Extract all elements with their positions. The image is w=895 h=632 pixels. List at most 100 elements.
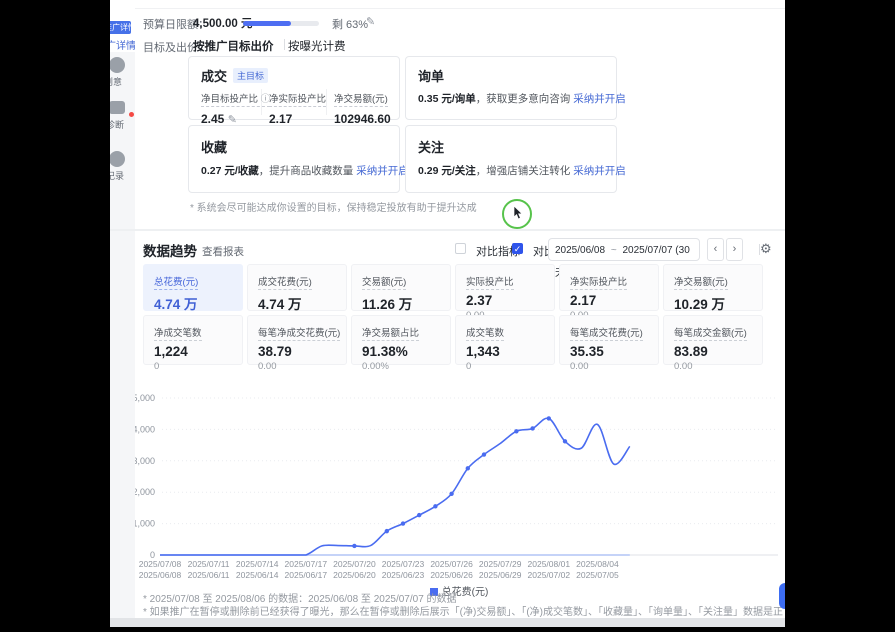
svg-text:2025/06/17: 2025/06/17 <box>285 570 328 580</box>
svg-text:2025/07/11: 2025/07/11 <box>188 559 230 569</box>
budget-edit-icon[interactable]: ✎ <box>366 15 375 28</box>
goal-card-favorite: 收藏 0.27 元/收藏，提升商品收藏数量 采纳并开启 <box>188 125 400 193</box>
goal-card-favorite-title: 收藏 <box>201 137 227 156</box>
metric-card-value: 38.79 <box>258 344 336 359</box>
svg-text:1,000: 1,000 <box>135 519 155 529</box>
metric-card-r0-c0[interactable]: 总花费(元)4.74 万0.00 <box>143 264 243 311</box>
sidebar-item-history[interactable]: 操作记录 <box>110 169 124 182</box>
svg-text:3,000: 3,000 <box>135 456 155 466</box>
metric-card-label: 成交笔数 <box>466 325 504 341</box>
adopt-enable-link[interactable]: 采纳并开启 <box>573 165 626 177</box>
svg-text:2025/06/23: 2025/06/23 <box>382 570 425 580</box>
metric-card-value: 1,224 <box>154 344 232 359</box>
view-report-link[interactable]: 查看报表 <box>202 244 244 259</box>
metric-card-compare-value: 0.00% <box>362 361 440 372</box>
svg-text:2025/07/23: 2025/07/23 <box>382 559 425 569</box>
primary-goal-badge: 主目标 <box>233 68 268 83</box>
svg-text:2025/06/08: 2025/06/08 <box>139 570 182 580</box>
svg-text:2025/08/01: 2025/08/01 <box>528 559 571 569</box>
goal-card-deal: 成交主目标 净目标投产比 ⓘ 2.45 ✎ 净实际投产比 2.17 净交易额(元… <box>188 56 400 120</box>
goal-card-follow-title: 关注 <box>418 137 444 156</box>
goal-card-deal-title: 成交 <box>201 69 227 84</box>
compare-time-checkbox[interactable]: ✓ <box>512 243 523 254</box>
trend-chart: 01,0002,0003,0004,0005,0002025/07/082025… <box>135 385 783 583</box>
sidebar-item-diagnosis[interactable]: 推广诊断 <box>110 118 124 131</box>
metric-value: 102946.60 <box>334 112 391 126</box>
metric-label: 净目标投产比 ⓘ <box>201 94 270 107</box>
camera-icon[interactable] <box>110 101 125 114</box>
metric-card-value: 4.74 万 <box>258 293 336 313</box>
trend-title: 数据趋势 <box>143 240 197 260</box>
metric-card-r1-c0[interactable]: 净成交笔数1,2240 <box>143 315 243 365</box>
gear-icon[interactable]: ⚙ <box>760 241 772 257</box>
metric-card-label: 每笔成交金额(元) <box>674 325 747 341</box>
date-range-input[interactable]: 2025/06/08 ~ 2025/07/07 (30天) <box>548 238 700 261</box>
metric-card-value: 91.38% <box>362 344 440 359</box>
metric-card-label: 每笔净成交花费(元) <box>258 325 340 341</box>
metric-card-value: 2.17 <box>570 293 648 308</box>
sidebar-active-tab[interactable]: 推广详情 <box>110 21 131 34</box>
sidebar-active-label[interactable]: 推广详情 <box>110 37 135 52</box>
metric-card-value: 2.37 <box>466 293 544 308</box>
svg-text:2025/07/17: 2025/07/17 <box>285 559 328 569</box>
metric-card-r0-c4[interactable]: 净实际投产比2.170.00 <box>559 264 659 311</box>
floating-side-button[interactable] <box>779 583 785 609</box>
svg-text:2025/06/11: 2025/06/11 <box>188 570 230 580</box>
metric-card-label: 净成交笔数 <box>154 325 202 341</box>
budget-progress-bar <box>243 21 319 26</box>
metric-card-r0-c3[interactable]: 实际投产比2.370.00 <box>455 264 555 311</box>
metric-card-r0-c1[interactable]: 成交花费(元)4.74 万0.00 <box>247 264 347 311</box>
metric-label: 净交易额(元) <box>334 94 388 107</box>
main-panel: 推广详情 推广详情 创意 推广诊断 操作记录 预算日限额： 4,500.00 元… <box>110 0 785 618</box>
bottom-strip <box>110 618 785 627</box>
metric-card-r0-c5[interactable]: 净交易额(元)10.29 万0.00 <box>663 264 763 311</box>
svg-text:2025/07/08: 2025/07/08 <box>139 559 182 569</box>
top-divider <box>135 8 785 9</box>
metric-card-r1-c5[interactable]: 每笔成交金额(元)83.890.00 <box>663 315 763 365</box>
sidebar-item-creative[interactable]: 创意 <box>110 75 122 88</box>
metric-card-label: 总花费(元) <box>154 274 198 290</box>
adopt-enable-link[interactable]: 采纳并开启 <box>573 93 626 105</box>
adopt-enable-link[interactable]: 采纳并开启 <box>356 165 409 177</box>
next-period-button[interactable]: › <box>726 238 743 261</box>
prev-period-button[interactable]: ‹ <box>707 238 724 261</box>
metric-card-r0-c2[interactable]: 交易额(元)11.26 万0.00 <box>351 264 451 311</box>
svg-text:2025/07/20: 2025/07/20 <box>333 559 376 569</box>
metric-card-label: 实际投产比 <box>466 274 514 290</box>
svg-text:2,000: 2,000 <box>135 487 155 497</box>
trend-chart-svg: 01,0002,0003,0004,0005,0002025/07/082025… <box>135 385 783 583</box>
metric-card-compare-value: 0.00 <box>570 361 648 372</box>
metric-value: 2.17 <box>269 112 326 126</box>
metric-card-r1-c3[interactable]: 成交笔数1,3430 <box>455 315 555 365</box>
goal-card-inquiry-title: 询单 <box>418 66 444 85</box>
metric-card-value: 83.89 <box>674 344 752 359</box>
metric-card-r1-c4[interactable]: 每笔成交花费(元)35.350.00 <box>559 315 659 365</box>
svg-text:2025/07/29: 2025/07/29 <box>479 559 522 569</box>
metric-card-compare-value: 0 <box>466 361 544 372</box>
metric-card-label: 净交易额(元) <box>674 274 728 290</box>
tab-exposure-bid[interactable]: 按曝光计费 <box>288 38 346 54</box>
tab-goal-bid[interactable]: 按推广目标出价 <box>193 38 274 54</box>
metric-card-r1-c2[interactable]: 净交易额占比91.38%0.00% <box>351 315 451 365</box>
metric-card-value: 1,343 <box>466 344 544 359</box>
svg-text:2025/06/14: 2025/06/14 <box>236 570 279 580</box>
svg-text:2025/08/04: 2025/08/04 <box>576 559 619 569</box>
metric-card-r1-c1[interactable]: 每笔净成交花费(元)38.790.00 <box>247 315 347 365</box>
metric-card-value: 4.74 万 <box>154 293 232 313</box>
compare-metric-checkbox[interactable] <box>455 243 466 254</box>
metric-label: 净实际投产比 <box>269 94 326 107</box>
metric-card-compare-value: 0.00 <box>674 361 752 372</box>
footnote-2: * 如果推广在暂停或删除前已经获得了曝光，那么在暂停或删除后展示「(净)交易额」… <box>143 603 785 618</box>
goal-note: * 系统会尽可能达成你设置的目标，保持稳定投放有助于提升达成 <box>190 199 477 214</box>
goal-card-follow-desc: 0.29 元/关注，增强店铺关注转化 采纳并开启 <box>418 163 626 178</box>
metric-card-compare-value: 0.00 <box>258 361 336 372</box>
budget-remaining: 剩 63% <box>332 16 368 32</box>
svg-text:2025/07/26: 2025/07/26 <box>430 559 473 569</box>
metric-card-label: 净实际投产比 <box>570 274 627 290</box>
mouse-cursor-icon <box>513 206 525 220</box>
svg-text:2025/06/20: 2025/06/20 <box>333 570 376 580</box>
metric-card-value: 10.29 万 <box>674 293 752 313</box>
notification-dot <box>129 112 134 117</box>
svg-text:5,000: 5,000 <box>135 393 155 403</box>
goal-card-favorite-desc: 0.27 元/收藏，提升商品收藏数量 采纳并开启 <box>201 163 409 178</box>
